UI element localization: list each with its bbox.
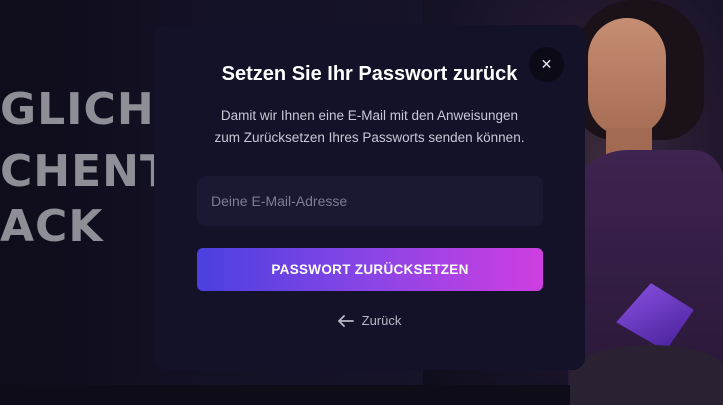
email-input[interactable] <box>197 176 543 226</box>
table-edge <box>570 345 723 405</box>
arrow-left-icon <box>337 314 354 327</box>
reset-password-modal: ✕ Setzen Sie Ihr Passwort zurück Damit w… <box>154 25 585 370</box>
modal-subtitle: Damit wir Ihnen eine E-Mail mit den Anwe… <box>184 105 555 149</box>
modal-title: Setzen Sie Ihr Passwort zurück <box>221 63 518 85</box>
hero-heading-line-1: GLICH <box>0 84 155 135</box>
subtitle-line-1: Damit wir Ihnen eine E-Mail mit den Anwe… <box>220 108 519 123</box>
back-link-label: Zurück <box>361 313 402 328</box>
reset-password-button[interactable]: PASSWORT ZURÜCKSETZEN <box>197 248 543 291</box>
subtitle-line-2: zum Zurücksetzen Ihres Passworts senden … <box>214 130 525 145</box>
hero-heading-line-2: CHENT <box>0 146 172 197</box>
hero-heading-line-3: ACK <box>0 201 104 252</box>
dealer-face <box>588 18 666 136</box>
back-link[interactable]: Zurück <box>154 313 585 328</box>
